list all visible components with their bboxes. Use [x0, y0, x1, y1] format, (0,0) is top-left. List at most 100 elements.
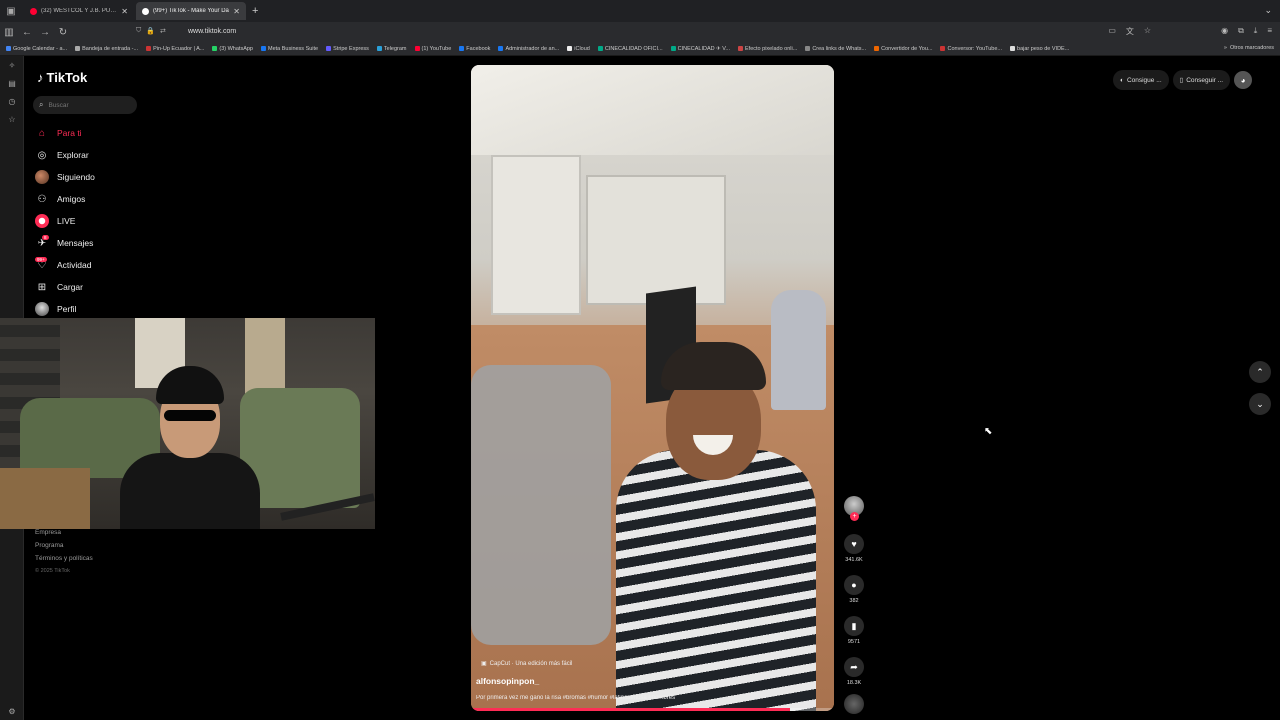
screen-icon[interactable]: ▭: [1108, 26, 1116, 37]
search-input[interactable]: ⌕ Buscar: [33, 96, 137, 114]
nav-label: Perfil: [57, 304, 77, 314]
bookmark-item[interactable]: (1) YouTube: [414, 46, 451, 52]
download-icon[interactable]: ⤓: [1254, 26, 1258, 37]
nav-item-live[interactable]: LIVE: [35, 210, 95, 232]
bookmark-item[interactable]: Google Calendar - a...: [6, 46, 67, 52]
lock-icon[interactable]: 🔒: [146, 27, 155, 35]
bookmark-label: (3) WhatsApp: [219, 45, 253, 52]
nav-item-para-ti[interactable]: ⌂ Para ti: [35, 122, 95, 144]
chevron-down-icon: ⌄: [1256, 398, 1264, 409]
pill-label: Conseguir ...: [1186, 76, 1224, 84]
bookmark-item[interactable]: Bandeja de entrada -...: [75, 46, 138, 52]
texas-cap: [661, 342, 766, 390]
settings-icon[interactable]: ⚙: [0, 707, 24, 716]
bookmark-item[interactable]: CINECALIDAD OFICI...: [597, 46, 663, 52]
tiktok-nav-menu: ⌂ Para ti ◎ Explorar Siguiendo ⚇ Amigos …: [35, 122, 95, 320]
bookmark-item[interactable]: Telegram: [376, 46, 407, 52]
bookmark-item[interactable]: CINECALIDAD ✈ V...: [670, 46, 730, 52]
get-app-button[interactable]: ▯ Conseguir ...: [1172, 70, 1231, 90]
sidebar-toggle-icon[interactable]: ▥: [0, 23, 18, 41]
nav-item-explorar[interactable]: ◎ Explorar: [35, 144, 95, 166]
tiktok-favicon-icon: [142, 7, 149, 15]
bookmark-item[interactable]: Pin-Up Ecuador | A...: [146, 46, 204, 52]
gmail-icon: [75, 46, 81, 51]
footer-link-empresa[interactable]: Empresa: [35, 526, 93, 539]
bookmark-star-icon[interactable]: ☆: [1144, 26, 1151, 37]
save-button[interactable]: ▮: [844, 616, 864, 636]
tab-sidebar-icon[interactable]: ▣: [0, 0, 22, 22]
video-username[interactable]: alfonsopinpon_: [476, 676, 539, 686]
nav-item-siguiendo[interactable]: Siguiendo: [35, 166, 95, 188]
bookmark-item[interactable]: Crea links de Whats...: [805, 46, 866, 52]
bookmark-item[interactable]: Facebook: [459, 46, 490, 52]
video-actions: + ♥ 341.6K ● 382 ▮ 9571 ➦ 18.3K: [842, 496, 866, 714]
music-disc[interactable]: [844, 694, 864, 714]
converter-icon: [940, 46, 946, 51]
site-settings-icon[interactable]: ⇄: [160, 27, 166, 35]
bookmark-item[interactable]: Conversor: YouTube...: [940, 46, 1002, 52]
ai-icon[interactable]: ✧: [0, 56, 24, 74]
comment-button[interactable]: ●: [844, 575, 864, 595]
other-bookmarks[interactable]: » Otros marcadores: [1224, 45, 1274, 51]
bookmark-item[interactable]: Meta Business Suite: [260, 45, 319, 52]
tiktok-logo[interactable]: ♪ TikTok: [37, 70, 87, 85]
share-icon: ➦: [850, 661, 858, 672]
bookmark-item[interactable]: Efecto pixelado onli...: [738, 46, 797, 52]
translate-icon[interactable]: 文: [1126, 26, 1134, 37]
footer-link-programa[interactable]: Programa: [35, 539, 93, 552]
extension-icon[interactable]: ◉: [1221, 26, 1228, 37]
bookmark-item[interactable]: Stripe Express: [326, 46, 369, 52]
shield-icon[interactable]: ⛉: [136, 27, 141, 35]
copyright: © 2025 TikTok: [35, 568, 70, 574]
url-field[interactable]: www.tiktok.com: [188, 28, 236, 35]
bookmark-item[interactable]: bajar peso de VIDE...: [1010, 46, 1069, 52]
follow-plus-icon[interactable]: +: [850, 512, 859, 521]
cinecalidad-icon: [597, 46, 603, 51]
messages-badge: 8: [42, 235, 49, 240]
browser-tab-tiktok[interactable]: (99+) TikTok - Make Your Da ✕: [136, 2, 246, 20]
tab-list-chevron-icon[interactable]: ⌄: [1264, 5, 1272, 16]
reload-button[interactable]: ↻: [54, 23, 72, 41]
extensions-puzzle-icon[interactable]: ⧉: [1238, 26, 1244, 37]
close-tab-icon[interactable]: ✕: [233, 7, 240, 16]
video-progress-bar[interactable]: [471, 708, 834, 711]
browser-tab-youtube[interactable]: (32) WESTCOL Y J.B. PUMP REAC ✕: [24, 2, 134, 20]
favorites-icon[interactable]: ☆: [0, 110, 24, 128]
nav-item-actividad[interactable]: ♡ 99+ Actividad: [35, 254, 95, 276]
video-player[interactable]: ▣ CapCut · Una edición más fácil alfonso…: [471, 65, 834, 711]
bookmark-label: Meta Business Suite: [267, 45, 319, 52]
nav-item-amigos[interactable]: ⚇ Amigos: [35, 188, 95, 210]
history-icon[interactable]: ◷: [0, 92, 24, 110]
get-coins-button[interactable]: ◐ Consigue ...: [1113, 70, 1169, 90]
like-count: 341.6K: [845, 557, 863, 563]
converter-icon: [874, 46, 880, 51]
profile-icon: [35, 302, 49, 316]
forward-button[interactable]: →: [36, 23, 54, 41]
new-tab-button[interactable]: +: [252, 5, 258, 17]
nav-item-perfil[interactable]: Perfil: [35, 298, 95, 320]
streamer-beanie: [156, 366, 224, 404]
reading-list-icon[interactable]: ▤: [0, 74, 24, 92]
nav-item-cargar[interactable]: ⊞ Cargar: [35, 276, 95, 298]
streamer-sunglasses: [164, 410, 216, 421]
bookmark-item[interactable]: iCloud: [567, 46, 590, 52]
bookmark-item[interactable]: (3) WhatsApp: [212, 46, 253, 52]
previous-video-button[interactable]: ⌃: [1249, 361, 1271, 383]
back-button[interactable]: ←: [18, 23, 36, 41]
creator-avatar[interactable]: +: [844, 496, 864, 521]
bookmark-label: Google Calendar - a...: [13, 45, 68, 52]
close-tab-icon[interactable]: ✕: [121, 7, 128, 16]
next-video-button[interactable]: ⌄: [1249, 393, 1271, 415]
capcut-tag[interactable]: ▣ CapCut · Una edición más fácil: [481, 660, 572, 668]
share-button[interactable]: ➦: [844, 657, 864, 677]
like-button[interactable]: ♥: [844, 534, 864, 554]
striped-shirt: [616, 450, 816, 711]
bookmark-item[interactable]: Administrador de an...: [498, 46, 559, 52]
nav-item-mensajes[interactable]: ✈ 8 Mensajes: [35, 232, 95, 254]
icloud-icon: [567, 46, 573, 51]
search-icon: ⌕: [39, 100, 44, 109]
profile-avatar-button[interactable]: ◕: [1234, 71, 1253, 89]
footer-link-terminos[interactable]: Términos y políticas: [35, 552, 93, 565]
menu-icon[interactable]: ≡: [1267, 26, 1272, 37]
bookmark-item[interactable]: Convertidor de You...: [874, 46, 932, 52]
